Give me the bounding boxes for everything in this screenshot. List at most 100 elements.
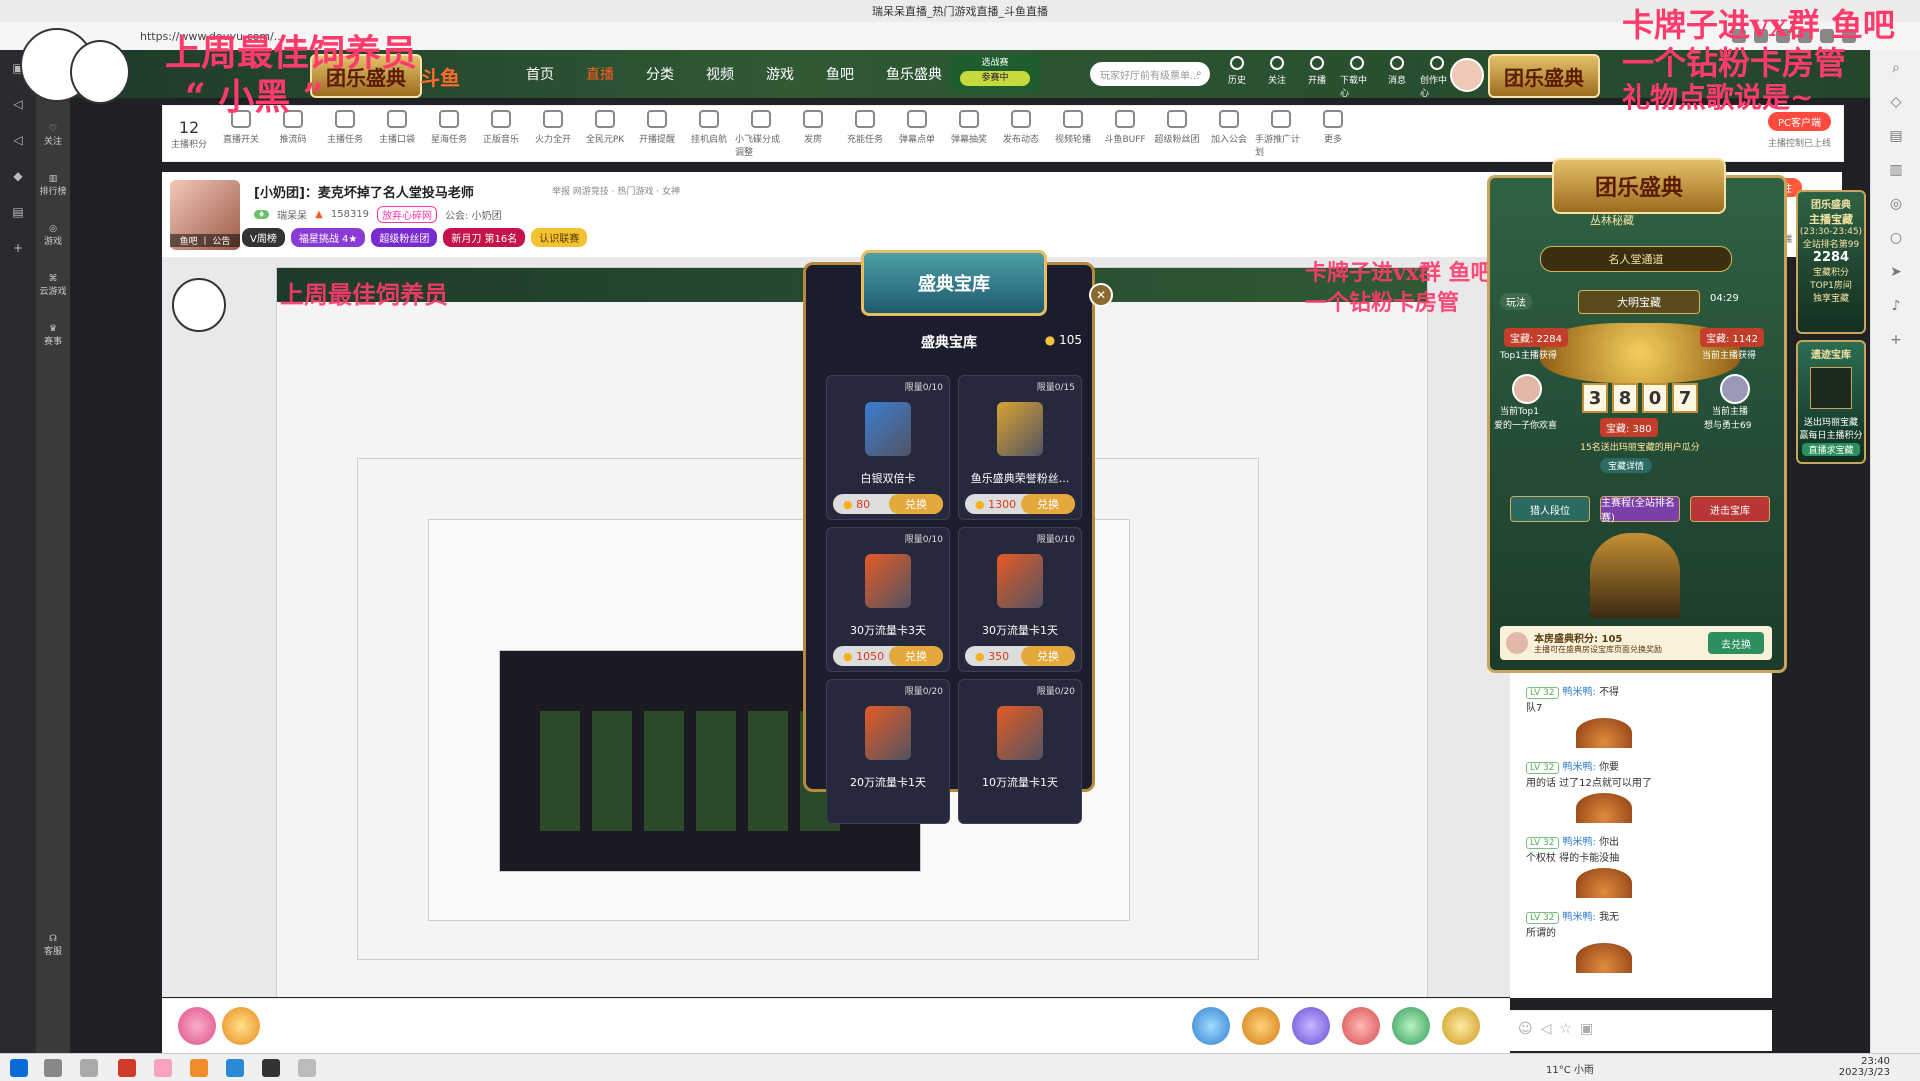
tool-item[interactable]: 弹幕抽奖 [943, 109, 995, 158]
creator-center-button[interactable]: 创作中心 [1420, 56, 1454, 99]
search-icon[interactable]: ⌕ [1196, 68, 1202, 79]
side-banner-relic[interactable]: 遗迹宝库 送出玛丽宝藏 赢每日主播积分 直播求宝藏 [1796, 340, 1866, 464]
chat-input-bar[interactable]: ☺ ◁ ☆ ▣ [1510, 1010, 1772, 1051]
tool-item[interactable]: 开播提醒 [631, 109, 683, 158]
treasury-item-card[interactable]: 限量0/20 10万流量卡1天 [958, 679, 1082, 824]
download-center-button[interactable]: 下载中心 [1340, 56, 1374, 99]
rail-douyu-icon[interactable]: ◆ [0, 158, 36, 194]
clock[interactable]: 23:40 2023/3/23 [1839, 1056, 1890, 1078]
start-live-button[interactable]: 开播 [1300, 56, 1334, 99]
chat-message[interactable]: LV 32 鸭米鸭: 不得 队7 [1526, 683, 1766, 748]
nav-game[interactable]: 游戏 [750, 64, 810, 84]
chat-username[interactable]: 鸭米鸭: [1563, 762, 1596, 773]
side-banner-vault[interactable]: 团乐盛典 主播宝藏 (23:30-23:45) 全站排名第99 2284 宝藏积… [1796, 190, 1866, 334]
windows-start-icon[interactable] [10, 1059, 28, 1077]
tool-item[interactable]: 发布动态 [995, 109, 1047, 158]
rail-tab-icon[interactable]: ▤ [0, 194, 36, 230]
challenge-badge[interactable]: 福星挑战 4★ [290, 228, 366, 247]
task-view-icon[interactable] [80, 1059, 98, 1077]
user-avatar[interactable] [1450, 58, 1484, 92]
hall-of-fame-entry[interactable]: 名人堂通道 [1540, 246, 1732, 272]
hunter-rank-button[interactable]: 猎人段位 [1510, 496, 1590, 522]
gift-item-icon[interactable] [1392, 1007, 1430, 1045]
tool-item[interactable]: 视频轮播 [1047, 109, 1099, 158]
close-icon[interactable]: ✕ [1089, 283, 1113, 307]
chat-message[interactable]: LV 32 鸭米鸭: 我无 所谓的 [1526, 908, 1766, 973]
sidebar-item-esports[interactable]: ♛ 赛事 [36, 310, 70, 360]
search-icon[interactable]: ⌕ [1892, 60, 1900, 76]
room-category[interactable]: 举报 网游竞技 · 热门游戏 · 女神 [552, 184, 680, 197]
app-icon[interactable] [298, 1059, 316, 1077]
speaker-icon[interactable]: ◁ [1541, 1021, 1552, 1037]
tool-item[interactable]: 主播口袋 [371, 109, 423, 158]
tool-item[interactable]: 挂机启航 [683, 109, 735, 158]
league-badge[interactable]: 认识联赛 [531, 228, 588, 247]
schedule-button[interactable]: 主赛程(全站排名赛) [1600, 496, 1680, 524]
star-icon[interactable]: ☆ [1559, 1021, 1572, 1037]
tool-item[interactable]: 正版音乐 [475, 109, 527, 158]
nav-category[interactable]: 分类 [630, 64, 690, 84]
vault-detail-button[interactable]: 宝藏详情 [1600, 458, 1653, 473]
current-avatar[interactable] [1720, 374, 1750, 404]
tool-item[interactable]: 主播任务 [319, 109, 371, 158]
chat-username[interactable]: 鸭米鸭: [1563, 837, 1596, 848]
sidebar-item-follow[interactable]: ♡ 关注 [36, 110, 70, 160]
avatar-caption[interactable]: 鱼吧 丨 公告 [170, 234, 240, 247]
game-icon[interactable]: ◎ [1890, 196, 1902, 212]
sidebar-item-game[interactable]: ◎ 游戏 [36, 210, 70, 260]
treasury-button[interactable]: 进击宝库 [1690, 496, 1770, 522]
gift-item-icon[interactable] [1342, 1007, 1380, 1045]
search-input[interactable]: 玩家好厅前有级票单... [1090, 62, 1210, 86]
treasury-item-card[interactable]: 限量0/10 30万流量卡1天 ● 350 兑换 [958, 527, 1082, 672]
tool-item[interactable]: 全民元PK [579, 109, 631, 158]
tool-item[interactable]: 小飞碟分成调整 [735, 109, 787, 158]
chat-username[interactable]: 鸭米鸭: [1563, 912, 1596, 923]
nav-live[interactable]: 直播 [570, 64, 630, 84]
follow-button[interactable]: 关注 [1260, 56, 1294, 99]
nav-video[interactable]: 视频 [690, 64, 750, 84]
rail-audio2-icon[interactable]: ◁ [0, 122, 36, 158]
sidebar-item-cloud-game[interactable]: ⌘ 云游戏 [36, 260, 70, 310]
add-icon[interactable]: + [1890, 332, 1902, 348]
streamer-name[interactable]: 瑞呆呆 [277, 207, 307, 222]
chart-icon[interactable]: ▥ [1889, 162, 1902, 178]
redeem-button[interactable]: 去兑换 [1708, 632, 1764, 654]
event-badge[interactable]: 选战赛 参赛中 [950, 56, 1040, 90]
app-icon[interactable] [118, 1059, 136, 1077]
tool-item[interactable]: 斗鱼BUFF [1099, 109, 1151, 158]
redeem-button[interactable]: 兑换 [1021, 646, 1075, 666]
redeem-button[interactable]: 兑换 [1021, 494, 1075, 514]
globe-icon[interactable]: ○ [1890, 230, 1902, 246]
gift-item-icon[interactable] [1242, 1007, 1280, 1045]
play-rules-button[interactable]: 玩法 [1500, 293, 1532, 310]
weekly-rank-badge[interactable]: V周榜 [242, 228, 285, 247]
gift-item-icon[interactable] [1292, 1007, 1330, 1045]
room-tag[interactable]: 放弃心碎网 [377, 206, 438, 223]
sidebar-item-service[interactable]: ☊ 客服 [36, 920, 70, 970]
chat-username[interactable]: 鸭米鸭: [1563, 687, 1596, 698]
app-icon[interactable] [190, 1059, 208, 1077]
chat-message[interactable]: LV 32 鸭米鸭: 你出 个权杖 得的卡能没抽 [1526, 833, 1766, 898]
bell-icon[interactable]: ♪ [1892, 298, 1901, 314]
rank-badge[interactable]: 新月刀 第16名 [443, 228, 526, 247]
fan-group-badge[interactable]: 超级粉丝团 [371, 228, 438, 247]
tool-item[interactable]: 更多 [1307, 109, 1359, 158]
redeem-button[interactable]: 兑换 [889, 646, 943, 666]
tool-item[interactable]: 星海任务 [423, 109, 475, 158]
douyu-logo-icon[interactable]: 斗鱼 [420, 62, 460, 91]
treasury-item-card[interactable]: 限量0/10 白银双倍卡 ● 80 兑换 [826, 375, 950, 520]
gift-icon[interactable]: ▣ [1580, 1021, 1593, 1037]
header-event-logo[interactable]: 团乐盛典 [1488, 54, 1600, 98]
tool-item[interactable]: 发房 [787, 109, 839, 158]
streamer-points[interactable]: 12 主播积分 [163, 118, 215, 150]
top1-avatar[interactable] [1512, 374, 1542, 404]
treasury-item-card[interactable]: 限量0/15 鱼乐盛典荣誉粉丝... ● 1300 兑换 [958, 375, 1082, 520]
nav-festival[interactable]: 鱼乐盛典 [870, 64, 958, 84]
rail-add-icon[interactable]: + [0, 230, 36, 266]
treasury-item-card[interactable]: 限量0/10 30万流量卡3天 ● 1050 兑换 [826, 527, 950, 672]
chat-message[interactable]: LV 32 鸭米鸭: 你要 用的话 过了12点就可以用了 [1526, 758, 1766, 823]
history-button[interactable]: 历史 [1220, 56, 1254, 99]
tool-item[interactable]: 手游推广计划 [1255, 109, 1307, 158]
briefcase-icon[interactable]: ▤ [1889, 128, 1902, 144]
redeem-button[interactable]: 兑换 [889, 494, 943, 514]
